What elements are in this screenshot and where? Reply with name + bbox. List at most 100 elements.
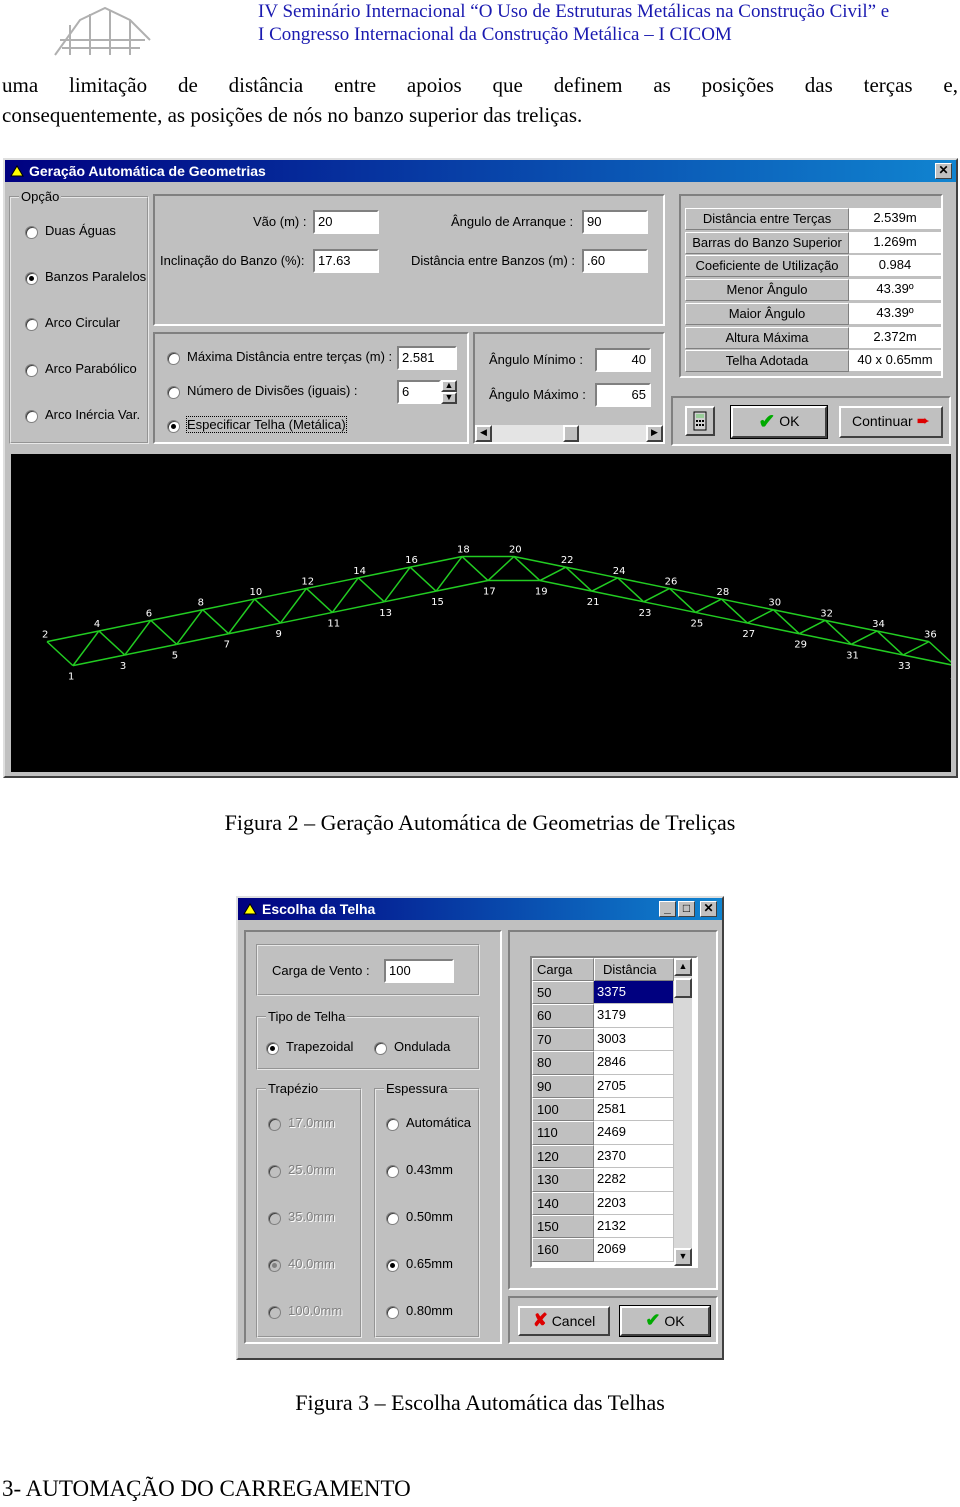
radio-especificar-telha[interactable] [167,420,180,433]
scroll-left-icon[interactable]: ◀ [475,425,492,442]
truss-node-label: 23 [639,608,652,619]
grid-cell-distancia[interactable]: 2846 [594,1051,674,1075]
vao-input[interactable]: 20 [313,210,379,234]
inclinacao-input[interactable]: 17.63 [313,249,379,273]
calculator-button[interactable] [685,406,715,436]
diagonal-bar [747,609,774,624]
tile-window-titlebar: Escolha da Telha _ □ ✕ [238,898,722,920]
bottom-chord-bar [176,632,229,646]
diagonal-bar [539,566,567,582]
option-duas-aguas-label: Duas Águas [45,223,116,238]
radio-trap-17[interactable] [268,1118,281,1131]
grid-cell-carga[interactable]: 70 [532,1027,594,1052]
radio-duas-aguas[interactable] [25,226,38,239]
radio-esp-auto[interactable] [386,1118,399,1131]
top-chord-bar [202,598,255,611]
radio-arco-inercia[interactable] [25,410,38,423]
num-div-down-icon[interactable]: ▼ [441,392,457,404]
result-key: Telha Adotada [685,350,849,373]
scroll-down-icon[interactable]: ▼ [674,1248,692,1266]
radio-max-dist[interactable] [167,352,180,365]
grid-cell-carga[interactable]: 100 [532,1098,594,1122]
radio-esp-043[interactable] [386,1165,399,1178]
grid-cell-distancia[interactable]: 2282 [594,1168,674,1192]
result-key: Menor Ângulo [685,279,849,302]
diagonal-bar [46,641,74,667]
radio-banzos-paralelos[interactable] [25,272,38,285]
grid-scroll-thumb[interactable] [674,978,692,998]
bottom-chord-bar [799,632,852,646]
ok-button[interactable]: ✔ OK [730,405,828,439]
grid-cell-distancia[interactable]: 2132 [594,1215,674,1239]
carga-input[interactable]: 100 [384,959,454,983]
scroll-right-icon[interactable]: ▶ [646,425,663,442]
carga-distancia-grid[interactable]: Carga Distância ▲ ▼ 50 3375 60 3179 70 3003 80… [530,956,698,1268]
result-key: Maior Ângulo [685,302,849,325]
buttons-panel: ✔ OK Continuar ➨ [671,396,951,446]
scroll-thumb[interactable] [563,425,579,442]
continuar-button[interactable]: Continuar ➨ [839,406,943,438]
radio-trap-35[interactable] [268,1212,281,1225]
check-icon: ✔ [758,411,776,433]
top-chord-bar [306,577,359,590]
radio-esp-080[interactable] [386,1306,399,1319]
grid-cell-distancia[interactable]: 2581 [594,1098,674,1122]
ang-min-input[interactable]: 40 [595,348,651,372]
top-chord-bar [721,598,774,611]
radio-esp-050[interactable] [386,1212,399,1225]
angulo-arranque-input[interactable]: 90 [582,210,648,234]
grid-cell-carga[interactable]: 50 [532,981,594,1005]
num-div-input[interactable]: 6 [397,380,441,404]
bottom-chord-bar [435,579,489,592]
grid-cell-carga[interactable]: 90 [532,1074,594,1098]
radio-esp-065[interactable] [386,1259,399,1272]
grid-cell-carga[interactable]: 140 [532,1191,594,1215]
especificar-telha-label[interactable]: Especificar Telha (Metálica) [186,416,347,433]
close-icon[interactable]: ✕ [700,901,717,917]
dist-banzos-input[interactable]: .60 [582,249,648,273]
diagonal-bar [150,619,178,645]
ok-button[interactable]: ✔ OK [619,1305,711,1337]
grid-cell-carga[interactable]: 160 [532,1238,594,1262]
grid-cell-carga[interactable]: 150 [532,1215,594,1239]
grid-cell-carga[interactable]: 80 [532,1051,594,1075]
cancel-button[interactable]: ✘ Cancel [518,1306,610,1336]
radio-trap-25[interactable] [268,1165,281,1178]
close-icon[interactable]: ✕ [935,163,952,179]
truss-node-label: 8 [198,598,204,609]
esp-auto-label: Automática [406,1115,472,1130]
grid-cell-distancia[interactable]: 3375 [594,981,674,1005]
grid-cell-distancia[interactable]: 3179 [594,1004,674,1028]
angle-scrollbar[interactable]: ◀ ▶ [475,425,663,442]
diagonal-bar [487,555,515,582]
grid-cell-distancia[interactable]: 3003 [594,1027,674,1052]
radio-trap-100[interactable] [268,1306,281,1319]
grid-cell-carga[interactable]: 130 [532,1168,594,1192]
trapezio-group: Trapézio 17.0mm 25.0mm 35.0mm 40.0mm 100… [256,1081,362,1338]
grid-cell-distancia[interactable]: 2069 [594,1238,674,1262]
grid-scrollbar[interactable]: ▲ ▼ [674,958,692,1266]
grid-cell-distancia[interactable]: 2370 [594,1144,674,1169]
radio-arco-circular[interactable] [25,318,38,331]
ang-max-input[interactable]: 65 [595,383,651,407]
maximize-icon[interactable]: □ [678,901,695,917]
grid-cell-distancia[interactable]: 2469 [594,1121,674,1145]
radio-trap-40[interactable] [268,1259,281,1272]
esp-050-label: 0.50mm [406,1209,453,1224]
scroll-up-icon[interactable]: ▲ [674,958,692,976]
top-chord-bar [46,630,100,643]
grid-cell-carga[interactable]: 120 [532,1144,594,1169]
radio-trapezoidal[interactable] [266,1042,279,1055]
radio-num-div[interactable] [167,386,180,399]
grid-cell-carga[interactable]: 60 [532,1004,594,1028]
num-div-up-icon[interactable]: ▲ [441,380,457,392]
espessura-group-title: Espessura [384,1081,450,1096]
app-icon [10,165,24,177]
grid-cell-distancia[interactable]: 2203 [594,1191,674,1215]
max-dist-input[interactable]: 2.581 [397,346,457,370]
radio-ondulada[interactable] [374,1042,387,1055]
grid-cell-carga[interactable]: 110 [532,1121,594,1145]
minimize-icon[interactable]: _ [659,901,676,917]
grid-cell-distancia[interactable]: 2705 [594,1074,674,1098]
radio-arco-parabolico[interactable] [25,364,38,377]
